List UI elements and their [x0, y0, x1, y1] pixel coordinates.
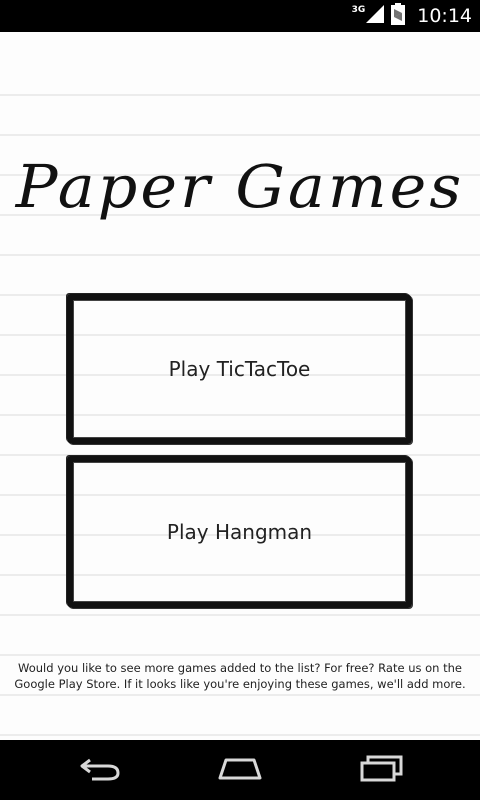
clock: 10:14: [417, 5, 472, 27]
play-tictactoe-label: Play TicTacToe: [168, 357, 311, 381]
home-button[interactable]: [210, 754, 270, 786]
status-bar: 3G 10:14: [0, 0, 480, 32]
back-icon: [78, 754, 122, 786]
recent-apps-icon: [359, 754, 405, 786]
play-hangman-label: Play Hangman: [166, 520, 313, 544]
signal-icon: [365, 4, 385, 28]
play-hangman-button[interactable]: Play Hangman: [67, 456, 412, 608]
screen: 3G 10:14 Paper Games Play TicTacToe Play…: [0, 0, 480, 800]
app-title: Paper Games: [15, 151, 465, 222]
home-icon: [216, 755, 264, 785]
back-button[interactable]: [70, 754, 130, 786]
status-icons: 3G 10:14: [352, 0, 472, 32]
network-type-label: 3G: [351, 5, 366, 15]
play-tictactoe-button[interactable]: Play TicTacToe: [67, 294, 412, 444]
battery-icon: [391, 3, 406, 29]
paper-background: Paper Games Play TicTacToe Play Hangman …: [0, 32, 480, 740]
recent-apps-button[interactable]: [352, 754, 412, 786]
rate-us-note: Would you like to see more games added t…: [14, 661, 466, 691]
navigation-bar: [0, 740, 480, 800]
